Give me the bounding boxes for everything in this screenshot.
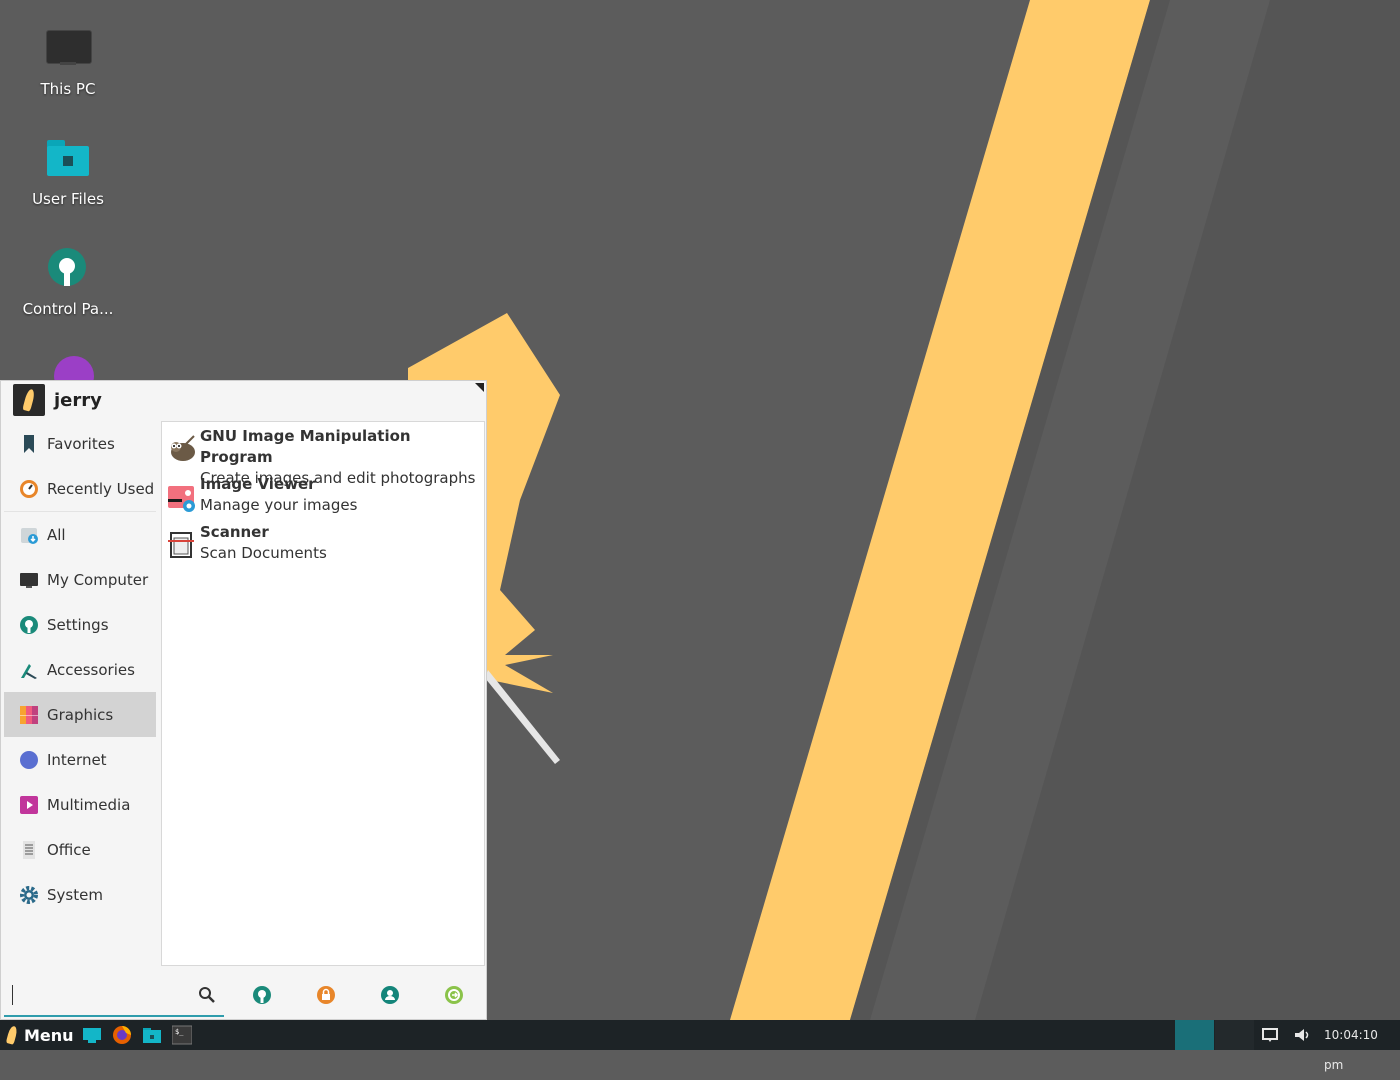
image-viewer-icon <box>166 482 196 512</box>
category-system[interactable]: System <box>4 872 156 917</box>
app-gimp[interactable]: GNU Image Manipulation Program Create im… <box>162 422 484 487</box>
log-out-icon[interactable] <box>444 985 464 1005</box>
category-favorites[interactable]: Favorites <box>4 421 156 466</box>
category-label: My Computer <box>47 570 149 589</box>
category-label: Graphics <box>47 705 114 724</box>
category-accessories[interactable]: Accessories <box>4 647 156 692</box>
category-label: Multimedia <box>47 795 131 814</box>
desktop-icon[interactable] <box>82 1025 102 1045</box>
category-recently-used[interactable]: Recently Used <box>4 466 156 511</box>
text-caret <box>12 985 13 1005</box>
category-label: Settings <box>47 615 109 634</box>
scanner-icon <box>166 530 196 560</box>
gear-icon <box>19 885 39 905</box>
file-manager-icon[interactable] <box>142 1025 162 1045</box>
notification-icon[interactable] <box>1260 1025 1280 1045</box>
workspace-1[interactable] <box>1175 1020 1214 1050</box>
category-my-computer[interactable]: My Computer <box>4 557 156 602</box>
desktop-icon-user-files[interactable]: User Files <box>18 138 118 208</box>
category-label: Favorites <box>47 434 115 453</box>
clock[interactable]: 10:04:10 pm <box>1324 1020 1400 1072</box>
category-all[interactable]: All <box>4 512 156 557</box>
compass-icon <box>19 750 39 770</box>
settings-icon <box>19 615 39 635</box>
workspace-2[interactable] <box>1215 1020 1254 1050</box>
category-label: Recently Used <box>47 479 155 498</box>
terminal-icon[interactable]: $_ <box>171 1025 193 1045</box>
monitor-icon <box>44 28 92 76</box>
app-scanner[interactable]: Scanner Scan Documents <box>162 518 484 566</box>
desktop-icon-label: User Files <box>32 190 104 208</box>
switch-user-icon[interactable] <box>380 985 400 1005</box>
volume-icon[interactable] <box>1292 1025 1312 1045</box>
application-list: GNU Image Manipulation Program Create im… <box>161 421 485 966</box>
category-label: Internet <box>47 750 107 769</box>
app-description: Scan Documents <box>200 544 327 562</box>
app-name: Scanner <box>200 523 269 541</box>
app-name: Image Viewer <box>200 475 316 493</box>
play-icon <box>19 795 39 815</box>
desktop-icon-label: This PC <box>40 80 96 98</box>
category-internet[interactable]: Internet <box>4 737 156 782</box>
firefox-icon[interactable] <box>112 1025 132 1045</box>
category-settings[interactable]: Settings <box>4 602 156 647</box>
graphics-icon <box>19 705 39 725</box>
menu-button[interactable]: Menu <box>0 1020 74 1050</box>
search-underline <box>4 1015 224 1017</box>
search-input[interactable] <box>10 979 194 1011</box>
category-label: System <box>47 885 103 904</box>
lock-screen-icon[interactable] <box>316 985 336 1005</box>
app-name: GNU Image Manipulation Program <box>200 427 411 466</box>
all-apps-icon <box>19 525 39 545</box>
gimp-icon <box>166 434 196 464</box>
user-info: jerry <box>13 384 102 416</box>
desktop-icon-label: Control Pa... <box>22 300 114 318</box>
menu-button-label: Menu <box>24 1025 74 1045</box>
document-icon <box>19 840 39 860</box>
accessories-icon <box>19 660 39 680</box>
search-icon[interactable] <box>197 985 217 1005</box>
taskbar: Menu $_ 10:04:10 pm <box>0 1020 1400 1072</box>
category-graphics[interactable]: Graphics <box>4 692 156 737</box>
app-description: Manage your images <box>200 496 358 514</box>
application-menu: jerry Favorites Recently Used All My Com… <box>0 380 487 1020</box>
bookmark-icon <box>19 434 39 454</box>
monitor-icon <box>19 570 39 590</box>
menu-bottom-bar <box>4 975 484 1017</box>
control-panel-icon <box>44 248 92 296</box>
category-label: Accessories <box>47 660 135 679</box>
category-label: Office <box>47 840 91 859</box>
logo-icon <box>5 1025 19 1045</box>
user-name: jerry <box>54 389 102 411</box>
category-office[interactable]: Office <box>4 827 156 872</box>
desktop-icon-control-panel[interactable]: Control Pa... <box>18 248 118 318</box>
desktop-icon-this-pc[interactable]: This PC <box>18 28 118 98</box>
category-multimedia[interactable]: Multimedia <box>4 782 156 827</box>
home-folder-icon <box>44 138 92 186</box>
clock-icon <box>19 479 39 499</box>
svg-text:$_: $_ <box>175 1028 184 1036</box>
settings-manager-icon[interactable] <box>252 985 272 1005</box>
resize-corner[interactable] <box>475 383 484 392</box>
category-list: Favorites Recently Used All My Computer <box>4 421 156 917</box>
user-avatar-icon <box>13 384 45 416</box>
category-label: All <box>47 525 66 544</box>
